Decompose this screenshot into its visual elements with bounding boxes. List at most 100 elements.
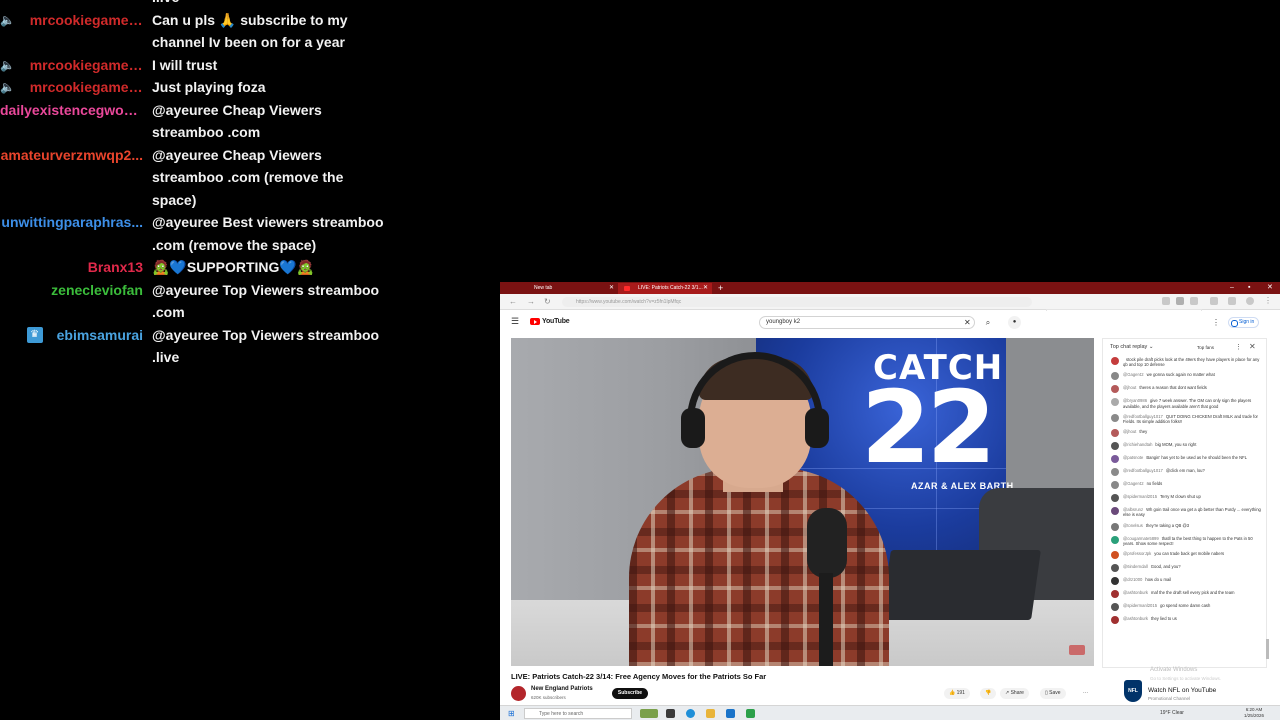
nfl-channel-title[interactable]: Watch NFL on YouTube bbox=[1148, 687, 1216, 694]
top-fans-toggle[interactable]: Top fans bbox=[1197, 345, 1214, 350]
subscribe-button[interactable]: Subscribe bbox=[612, 688, 648, 699]
chat-avatar[interactable] bbox=[1111, 481, 1119, 490]
more-vert-icon[interactable]: ⋮ bbox=[1212, 318, 1220, 327]
live-chat-author[interactable]: @patsnote bbox=[1123, 455, 1143, 460]
chat-avatar[interactable] bbox=[1111, 590, 1119, 599]
chat-username[interactable]: zenecleviofan bbox=[51, 279, 143, 302]
chat-username[interactable]: Branx13 bbox=[88, 256, 143, 279]
minimize-icon[interactable]: – bbox=[1230, 282, 1234, 294]
save-button[interactable]: ▯ Save bbox=[1040, 688, 1066, 699]
weather-status[interactable]: 19°F Clear bbox=[1160, 710, 1184, 716]
channel-name[interactable]: New England Patriots bbox=[531, 686, 593, 692]
extension-icon[interactable] bbox=[1176, 297, 1184, 305]
chat-avatar[interactable] bbox=[1111, 616, 1119, 625]
back-arrow-icon[interactable]: ← bbox=[509, 296, 517, 308]
chat-avatar[interactable] bbox=[1111, 372, 1119, 381]
live-chat-author[interactable]: @spidermanl2015 bbox=[1123, 603, 1157, 608]
live-chat-author[interactable]: @drz1000 bbox=[1123, 577, 1142, 582]
microphone-icon[interactable]: ● bbox=[1008, 316, 1021, 329]
live-chat-author[interactable]: @richiehandtah bbox=[1123, 442, 1152, 447]
channel-avatar[interactable] bbox=[511, 686, 526, 701]
windows-start-icon[interactable]: ⊞ bbox=[508, 709, 515, 718]
search-input[interactable]: youngboy k2 bbox=[759, 316, 975, 329]
taskbar-app-icon[interactable] bbox=[640, 709, 658, 718]
chat-avatar[interactable] bbox=[1111, 551, 1119, 560]
live-chat-author[interactable]: @ashtonburk bbox=[1123, 616, 1148, 621]
taskbar-app-icon[interactable] bbox=[746, 709, 755, 718]
live-chat-author[interactable]: @jhout bbox=[1123, 429, 1136, 434]
search-icon[interactable]: ⌕ bbox=[980, 316, 996, 329]
chat-avatar[interactable] bbox=[1111, 577, 1119, 586]
chat-avatar[interactable] bbox=[1111, 535, 1119, 544]
chat-username[interactable]: amateurverzmwqp2... bbox=[1, 144, 143, 167]
chat-avatar[interactable] bbox=[1111, 442, 1119, 451]
video-player[interactable]: CATCH 22 AZAR & ALEX BARTH bbox=[511, 338, 1094, 666]
live-chat-author[interactable]: @Gager42 bbox=[1123, 372, 1144, 377]
chat-avatar[interactable] bbox=[1111, 603, 1119, 612]
forward-arrow-icon[interactable]: → bbox=[527, 296, 535, 308]
extension-icon[interactable] bbox=[1162, 297, 1170, 305]
url-input[interactable]: https://www.youtube.com/watch?v=z5fn1lpM… bbox=[562, 297, 1032, 307]
chat-avatar[interactable] bbox=[1111, 385, 1119, 394]
live-chat-author[interactable]: @redfootballguy1017 bbox=[1123, 468, 1163, 473]
more-actions-button[interactable]: ··· bbox=[1078, 688, 1093, 699]
clear-search-icon[interactable]: ✕ bbox=[964, 316, 971, 329]
file-explorer-icon[interactable] bbox=[706, 709, 715, 718]
edge-browser-icon[interactable] bbox=[686, 709, 695, 718]
scrollbar[interactable] bbox=[1266, 639, 1269, 659]
chat-username[interactable]: unwittingparaphras... bbox=[1, 211, 143, 234]
chat-avatar[interactable] bbox=[1111, 357, 1119, 365]
star-icon[interactable] bbox=[1210, 297, 1218, 305]
live-chat-text: @tonelsus they're taking a QB @3 bbox=[1123, 523, 1189, 528]
tab-youtube-video[interactable]: LIVE: Patriots Catch-22 3/1... ✕ bbox=[618, 283, 712, 294]
chat-username[interactable]: mrcookiegamer... bbox=[30, 9, 143, 32]
system-clock[interactable]: 6:20 AM 1/25/2026 bbox=[1244, 707, 1264, 719]
chat-username[interactable]: mrcookiegamer... bbox=[30, 76, 143, 99]
share-button[interactable]: ↗ Share bbox=[1000, 688, 1029, 699]
chat-avatar[interactable] bbox=[1111, 564, 1119, 573]
extension-icon[interactable] bbox=[1190, 297, 1198, 305]
live-chat-author[interactable]: @Gager42 bbox=[1123, 481, 1144, 486]
chat-username[interactable]: dailyexistencegwo5... bbox=[0, 99, 143, 122]
live-chat-author[interactable]: @spidermanl2015 bbox=[1123, 494, 1157, 499]
menu-hamburger-icon[interactable]: ☰ bbox=[511, 316, 519, 327]
chat-avatar[interactable] bbox=[1111, 429, 1119, 438]
sign-in-button[interactable]: Sign in bbox=[1228, 317, 1260, 328]
live-chat-author[interactable]: @tonelsus bbox=[1123, 523, 1143, 528]
chat-avatar[interactable] bbox=[1111, 507, 1119, 516]
profile-avatar-icon[interactable] bbox=[1246, 297, 1254, 305]
chat-avatar[interactable] bbox=[1111, 522, 1119, 531]
taskbar-search-input[interactable]: Type here to search bbox=[524, 708, 632, 719]
new-tab-plus-icon[interactable]: + bbox=[718, 282, 723, 294]
live-chat-message: @bryan0986 give 7 week answer. The GM can… bbox=[1111, 398, 1261, 409]
chat-avatar[interactable] bbox=[1111, 455, 1119, 464]
close-tab-icon[interactable]: ✕ bbox=[703, 283, 708, 294]
chat-avatar[interactable] bbox=[1111, 413, 1119, 422]
like-button[interactable]: 👍 191 bbox=[944, 688, 970, 699]
task-view-icon[interactable] bbox=[666, 709, 675, 718]
chat-mode-selector[interactable]: Top chat replay ⌄ bbox=[1110, 344, 1153, 350]
reload-icon[interactable]: ↻ bbox=[544, 296, 551, 308]
close-window-icon[interactable]: ✕ bbox=[1267, 282, 1273, 294]
live-chat-text: @spidermanl2015 Terry M clown shut up bbox=[1123, 494, 1201, 499]
store-icon[interactable] bbox=[726, 709, 735, 718]
browser-menu-icon[interactable]: ⋮ bbox=[1264, 297, 1272, 305]
live-chat-author[interactable]: @ashtonburk bbox=[1123, 590, 1148, 595]
chat-avatar[interactable] bbox=[1111, 398, 1119, 407]
chat-avatar[interactable] bbox=[1111, 494, 1119, 503]
tab-new-tab[interactable]: New tab ✕ bbox=[514, 283, 618, 294]
extension-icon[interactable] bbox=[1228, 297, 1236, 305]
dislike-button[interactable]: 👎 bbox=[980, 688, 997, 699]
nfl-channel-avatar[interactable]: NFL bbox=[1121, 680, 1145, 704]
close-icon[interactable]: ✕ bbox=[1249, 342, 1256, 351]
live-chat-author[interactable]: @6inderndall bbox=[1123, 564, 1148, 569]
more-vert-icon[interactable]: ⋮ bbox=[1235, 343, 1242, 351]
chat-username[interactable]: mrcookiegamer... bbox=[30, 54, 143, 77]
chat-username[interactable]: ebimsamurai bbox=[57, 324, 143, 347]
live-chat-author[interactable]: @jhout bbox=[1123, 385, 1136, 390]
maximize-icon[interactable]: ▪ bbox=[1248, 282, 1250, 294]
close-tab-icon[interactable]: ✕ bbox=[609, 283, 614, 294]
live-chat-author[interactable]: @professorJpk bbox=[1123, 551, 1151, 556]
chat-avatar[interactable] bbox=[1111, 468, 1119, 477]
youtube-logo[interactable]: YouTube bbox=[530, 318, 570, 325]
